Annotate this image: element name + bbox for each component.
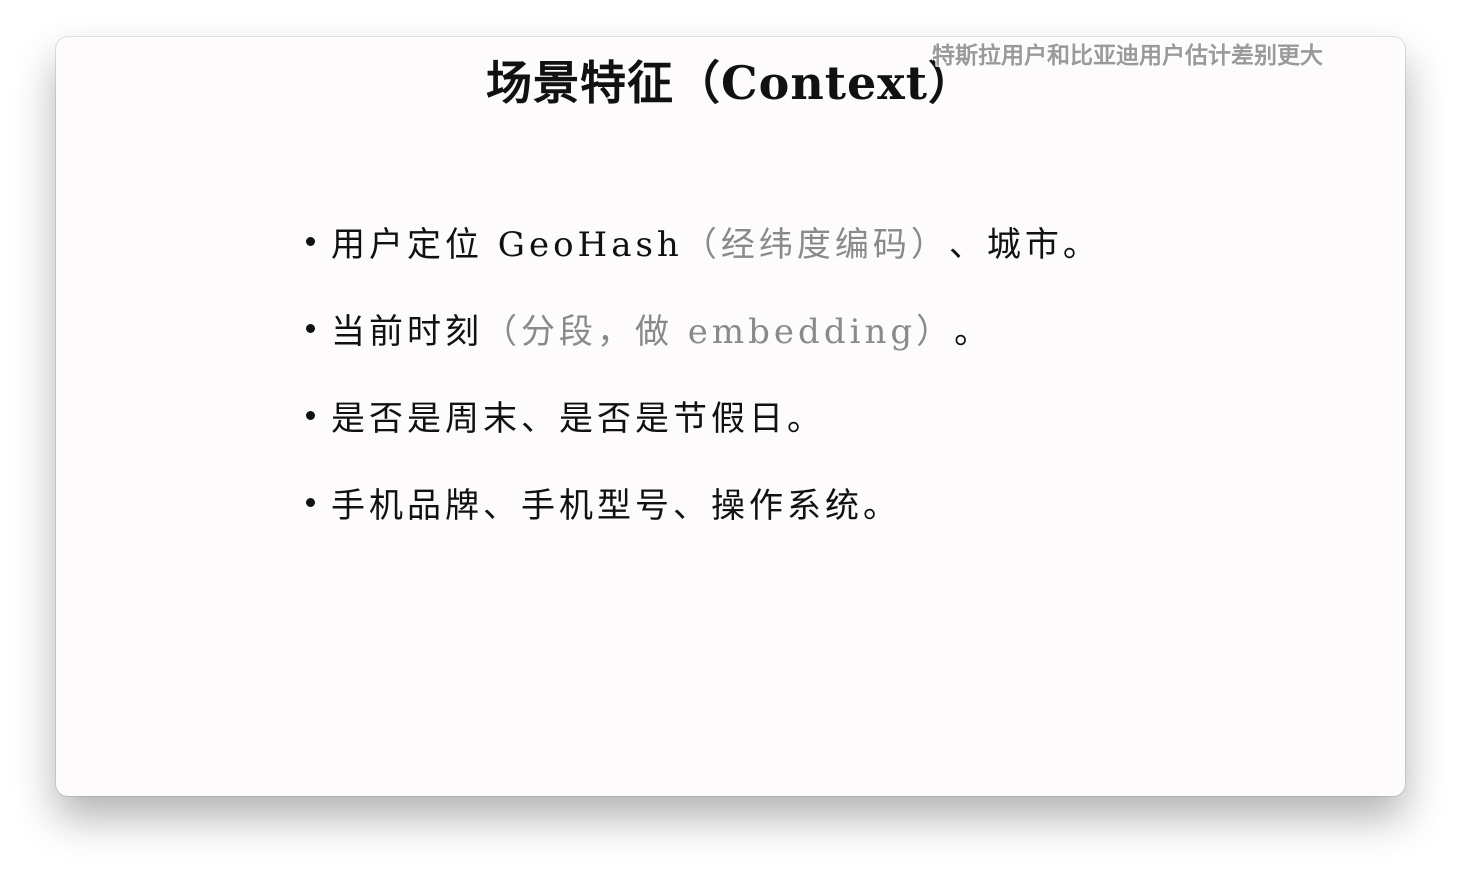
bullet-tail-text: 、城市。 <box>948 224 1101 265</box>
bullet-main-text: 用户定位 GeoHash <box>331 224 683 265</box>
bullet-item-device: 手机品牌、手机型号、操作系统。 <box>306 474 1101 530</box>
slide-window: 场景特征（Context） 特斯拉用户和比亚迪用户估计差别更大 用户定位 Geo… <box>56 37 1405 796</box>
subtitle-caption: 特斯拉用户和比亚迪用户估计差别更大 <box>932 43 1323 69</box>
bullet-list: 用户定位 GeoHash （经纬度编码） 、城市。 当前时刻 （分段，做 emb… <box>306 213 1101 561</box>
bullet-dot-icon <box>306 236 315 246</box>
bullet-tail-text: 。 <box>954 311 993 352</box>
bullet-note-text: （经纬度编码） <box>682 224 949 265</box>
bullet-item-time: 当前时刻 （分段，做 embedding） 。 <box>306 300 1101 356</box>
bullet-main-text: 手机品牌、手机型号、操作系统。 <box>331 485 901 526</box>
screen: 场景特征（Context） 特斯拉用户和比亚迪用户估计差别更大 用户定位 Geo… <box>0 0 1461 871</box>
bullet-dot-icon <box>306 410 315 420</box>
bullet-main-text: 当前时刻 <box>331 311 483 352</box>
bullet-item-weekend-holiday: 是否是周末、是否是节假日。 <box>306 387 1101 443</box>
bullet-dot-icon <box>306 323 315 333</box>
bullet-dot-icon <box>306 497 315 507</box>
bullet-item-location: 用户定位 GeoHash （经纬度编码） 、城市。 <box>306 213 1101 269</box>
bullet-main-text: 是否是周末、是否是节假日。 <box>331 398 825 439</box>
bullet-note-text: （分段，做 embedding） <box>483 311 955 352</box>
